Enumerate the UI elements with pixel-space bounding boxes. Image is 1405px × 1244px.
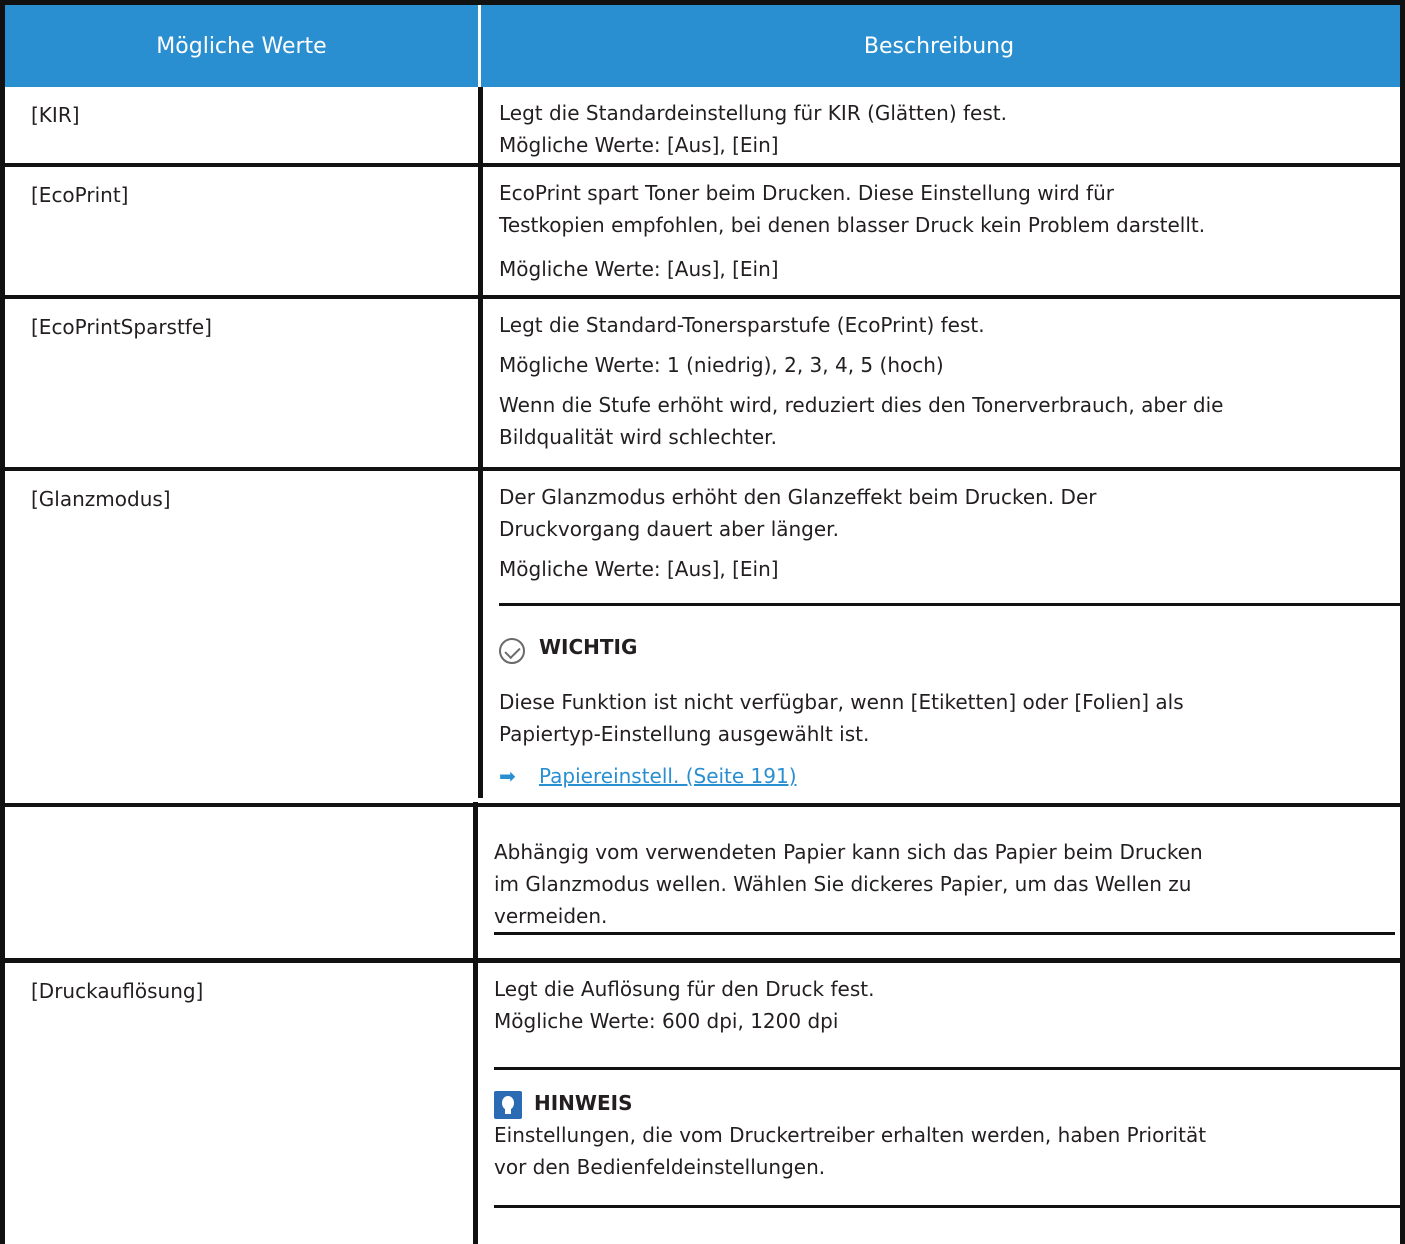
table-row: [EcoPrint] EcoPrint spart Toner beim Dru… bbox=[5, 167, 1400, 299]
row-desc-line: EcoPrint spart Toner beim Drucken. Diese… bbox=[499, 181, 1114, 205]
row-key: [KIR] bbox=[31, 103, 80, 127]
note-text-line: vermeiden. bbox=[494, 904, 608, 928]
note-text-line: Einstellungen, die vom Druckertreiber er… bbox=[494, 1123, 1207, 1147]
row-desc-line: Wenn die Stufe erhöht wird, reduziert di… bbox=[499, 393, 1224, 417]
table-header: Mögliche Werte Beschreibung bbox=[5, 5, 1400, 87]
row-desc-line: Mögliche Werte: [Aus], [Ein] bbox=[499, 133, 779, 157]
note-rule-bottom bbox=[494, 1205, 1400, 1208]
lightbulb-icon bbox=[494, 1091, 522, 1119]
row-key: [Druckauflösung] bbox=[31, 979, 204, 1003]
table-row: [KIR] Legt die Standardeinstellung für K… bbox=[5, 87, 1400, 167]
row-desc-line: Mögliche Werte: [Aus], [Ein] bbox=[499, 257, 779, 281]
table-row: [Druckauflösung] Legt die Auflösung für … bbox=[5, 963, 1400, 1244]
hint-title: HINWEIS bbox=[534, 1091, 633, 1115]
header-description: Beschreibung bbox=[863, 33, 1015, 59]
row-desc-line: Bildqualität wird schlechter. bbox=[499, 425, 777, 449]
row-key: [EcoPrintSparstfe] bbox=[31, 315, 212, 339]
row-desc-line: Legt die Standard-Tonersparstufe (EcoPri… bbox=[499, 313, 985, 337]
row-desc-line: Testkopien empfohlen, bei denen blasser … bbox=[499, 213, 1206, 237]
row-desc-line: Mögliche Werte: 1 (niedrig), 2, 3, 4, 5 … bbox=[499, 353, 944, 377]
table-row: [EcoPrintSparstfe] Legt die Standard-Ton… bbox=[5, 299, 1400, 471]
row-desc-line: Mögliche Werte: 600 dpi, 1200 dpi bbox=[494, 1009, 839, 1033]
header-separator bbox=[478, 5, 481, 87]
row-key: [Glanzmodus] bbox=[31, 487, 171, 511]
note-text-line: Abhängig vom verwendeten Papier kann sic… bbox=[494, 840, 1203, 864]
row-key: [EcoPrint] bbox=[31, 183, 129, 207]
row-desc-line: Legt die Auflösung für den Druck fest. bbox=[494, 977, 875, 1001]
note-text-line: vor den Bedienfeldeinstellungen. bbox=[494, 1155, 826, 1179]
note-text-line: im Glanzmodus wellen. Wählen Sie dickere… bbox=[494, 872, 1192, 896]
note-rule-top bbox=[494, 1067, 1400, 1070]
glanz-note-continuation: Abhängig vom verwendeten Papier kann sic… bbox=[478, 466, 1395, 966]
header-possible-values: Mögliche Werte bbox=[156, 33, 327, 59]
note-rule-bottom bbox=[494, 932, 1395, 935]
row-desc-line: Legt die Standardeinstellung für KIR (Gl… bbox=[499, 101, 1007, 125]
